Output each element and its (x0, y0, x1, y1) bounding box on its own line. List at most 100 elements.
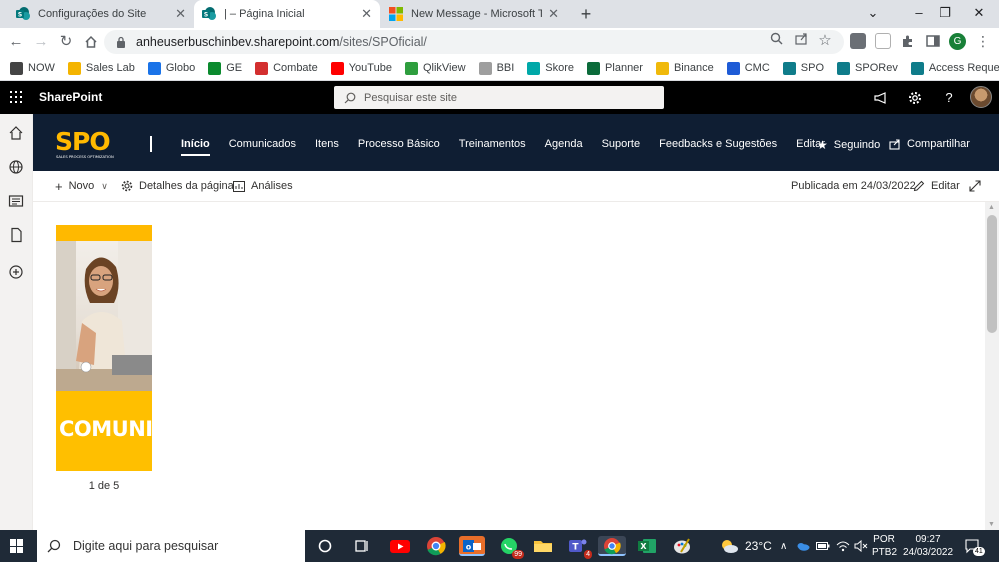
language-indicator[interactable]: POR PTB2 (872, 533, 897, 559)
windows-start-icon[interactable] (10, 539, 24, 553)
bookmark-item[interactable]: GE (208, 61, 243, 75)
whatsapp-app-icon[interactable]: 99 (498, 536, 524, 559)
excel-app-icon[interactable]: X (636, 536, 658, 556)
site-nav-item[interactable]: Itens (315, 138, 339, 150)
address-bar[interactable]: anheuserbuschinbev.sharepoint.com/sites/… (104, 30, 844, 54)
bookmark-item[interactable]: NOW (10, 61, 55, 75)
file-explorer-icon[interactable] (532, 536, 554, 556)
bookmark-item[interactable]: Binance (655, 61, 714, 75)
youtube-app-icon[interactable] (389, 536, 411, 556)
bookmark-item[interactable]: CMC (726, 61, 770, 75)
document-icon[interactable] (8, 227, 24, 243)
bookmark-item[interactable]: Skore (527, 61, 574, 75)
help-icon[interactable]: ? (940, 89, 958, 107)
user-avatar[interactable] (970, 86, 992, 108)
sharepoint-icon: S (16, 7, 30, 20)
tab-site-settings[interactable]: S Configurações do Site ✕ (8, 0, 194, 28)
site-search-input[interactable]: Pesquisar este site (334, 86, 664, 109)
extensions-puzzle-icon[interactable] (900, 33, 916, 49)
close-tab-icon[interactable]: ✕ (548, 6, 559, 22)
tab-search-icon[interactable]: ⌄ (850, 0, 896, 28)
news-carousel-slide[interactable]: COMUNICA (56, 225, 152, 471)
bookmark-favicon-icon (330, 61, 344, 75)
bookmark-item[interactable]: Combate (255, 61, 318, 75)
spo-site-logo[interactable]: SPO SALES PROCESS OPTIMIZATION (55, 127, 133, 160)
back-button[interactable]: ← (6, 32, 26, 52)
close-tab-icon[interactable]: ✕ (175, 6, 186, 22)
scroll-up-icon[interactable]: ▲ (988, 204, 995, 211)
battery-icon[interactable] (816, 530, 830, 562)
bookmark-item[interactable]: Access Request (910, 61, 999, 75)
clock[interactable]: 09:27 24/03/2022 (900, 533, 956, 559)
speaker-muted-icon[interactable] (854, 530, 868, 562)
task-view-icon[interactable] (351, 536, 373, 556)
zoom-icon[interactable] (767, 32, 785, 50)
create-plus-icon[interactable] (8, 264, 24, 280)
bookmark-item[interactable]: QlikView (404, 61, 466, 75)
home-icon[interactable] (8, 125, 24, 141)
share-icon (889, 139, 900, 150)
app-launcher-icon[interactable] (10, 91, 22, 103)
site-nav-item[interactable]: Comunicados (229, 138, 296, 150)
notifications-icon[interactable]: 41 (964, 530, 985, 562)
bookmark-item[interactable]: Sales Lab (67, 61, 135, 75)
chrome-app-icon[interactable] (425, 536, 447, 556)
scroll-down-icon[interactable]: ▼ (988, 521, 995, 528)
share-button[interactable]: Compartilhar (889, 138, 970, 150)
tray-chevron-icon[interactable]: ∧ (780, 530, 787, 562)
bookmark-star-icon[interactable]: ☆ (816, 32, 834, 50)
weather-widget[interactable]: 23°C (719, 530, 772, 562)
chrome-active-icon[interactable] (598, 536, 626, 556)
bookmark-item[interactable]: Globo (147, 61, 195, 75)
close-window-button[interactable]: ✕ (956, 0, 999, 28)
bookmark-item[interactable]: SPORev (837, 61, 898, 75)
bookmark-item[interactable]: SPO (782, 61, 824, 75)
share-icon[interactable] (792, 32, 810, 50)
task-view-circle-icon[interactable] (314, 536, 336, 556)
scroll-thumb[interactable] (987, 215, 997, 333)
teams-app-icon[interactable]: T 4 (566, 536, 592, 559)
chrome-menu-icon[interactable]: ⋮ (975, 33, 991, 49)
sharepoint-brand[interactable]: SharePoint (39, 90, 102, 104)
wifi-icon[interactable] (836, 530, 850, 562)
site-nav-item[interactable]: Feedbacks e Sugestões (659, 138, 777, 150)
follow-button[interactable]: ★ Seguindo (817, 138, 880, 152)
extension-m-icon[interactable] (850, 33, 866, 49)
forward-button[interactable]: → (31, 32, 51, 52)
settings-gear-icon[interactable] (906, 89, 924, 107)
site-nav-item[interactable]: Agenda (545, 138, 583, 150)
tab-home-page[interactable]: S | – Página Inicial ✕ (194, 0, 380, 28)
expand-icon[interactable] (969, 180, 981, 192)
page-details-button[interactable]: Detalhes da página (121, 180, 234, 192)
bookmark-label: GE (226, 62, 243, 74)
news-icon[interactable] (8, 193, 24, 209)
outlook-app-icon[interactable]: o (459, 536, 485, 556)
new-tab-button[interactable]: + (576, 4, 596, 24)
profile-avatar[interactable]: G (949, 33, 966, 50)
new-button[interactable]: + Novo ∨ (55, 180, 108, 193)
tab-new-message[interactable]: New Message - Microsoft Tech C ✕ (381, 0, 567, 28)
bookmark-item[interactable]: BBI (478, 61, 514, 75)
onedrive-icon[interactable] (796, 530, 810, 562)
analytics-button[interactable]: Análises (233, 180, 293, 192)
bookmark-item[interactable]: Planner (587, 61, 643, 75)
paint-app-icon[interactable] (671, 536, 693, 556)
weather-cloud-icon (722, 540, 738, 553)
page-scrollbar[interactable]: ▲ ▼ (985, 202, 999, 530)
side-panel-icon[interactable] (925, 33, 941, 49)
megaphone-icon[interactable] (872, 89, 890, 107)
site-nav-item[interactable]: Processo Básico (358, 138, 440, 150)
globe-icon[interactable] (8, 159, 24, 175)
search-icon (47, 539, 61, 553)
home-icon[interactable] (81, 32, 101, 52)
site-nav-item[interactable]: Suporte (602, 138, 641, 150)
extension-icon[interactable] (875, 33, 891, 49)
edit-page-button[interactable]: Editar (913, 180, 960, 192)
close-tab-icon[interactable]: ✕ (361, 6, 372, 22)
carousel-pager: 1 de 5 (88, 480, 120, 492)
taskbar-search-input[interactable]: Digite aqui para pesquisar (37, 530, 305, 562)
bookmark-item[interactable]: YouTube (330, 61, 392, 75)
site-nav-item[interactable]: Início (181, 138, 210, 156)
reload-button[interactable]: ↻ (56, 32, 76, 52)
site-nav-item[interactable]: Treinamentos (459, 138, 526, 150)
